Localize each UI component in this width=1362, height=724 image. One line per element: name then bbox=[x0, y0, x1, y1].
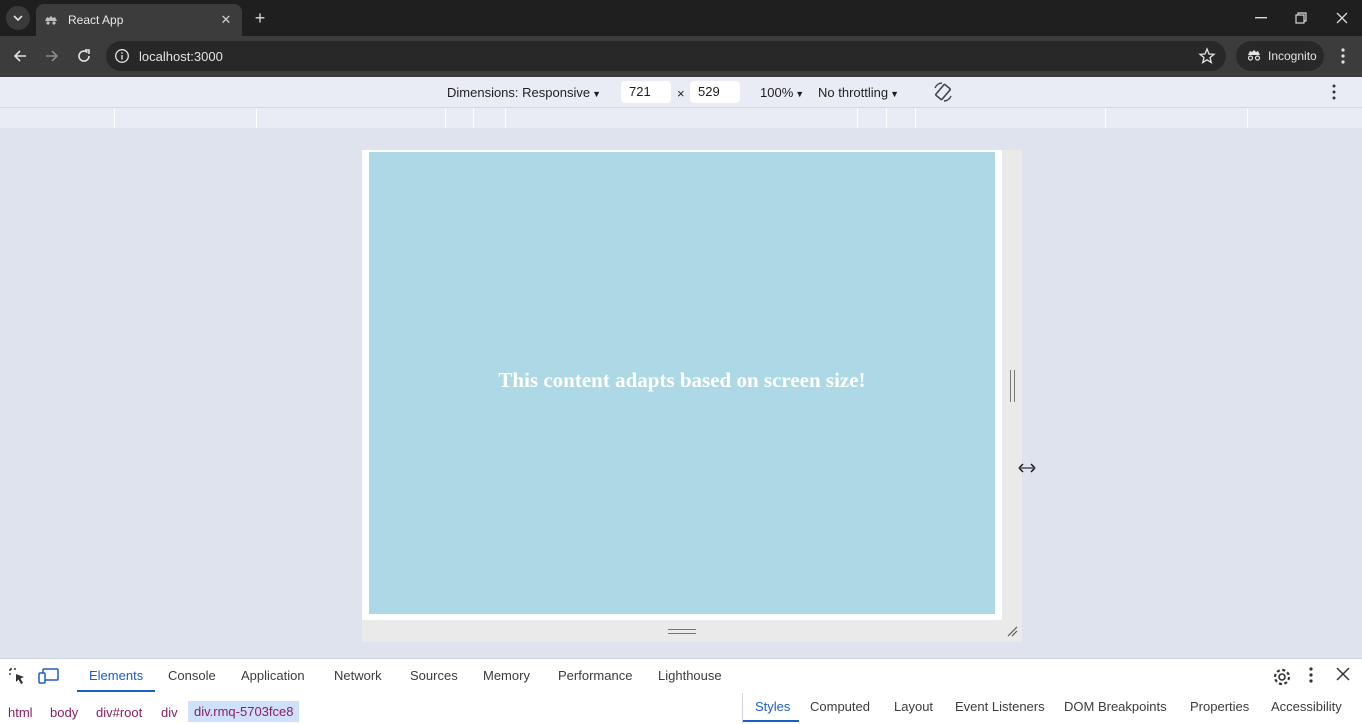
dimensions-dropdown[interactable]: Dimensions: Responsive ▼ bbox=[447, 85, 601, 100]
device-toggle-icon[interactable] bbox=[38, 667, 59, 685]
devtools-close-icon[interactable] bbox=[1336, 667, 1356, 685]
throttling-dropdown[interactable]: No throttling ▼ bbox=[818, 85, 899, 100]
right-grip-icon bbox=[1010, 370, 1015, 402]
corner-resize-handle[interactable] bbox=[1002, 620, 1022, 642]
incognito-profile-button[interactable]: Incognito bbox=[1236, 41, 1324, 71]
ruler-segment[interactable] bbox=[446, 108, 474, 128]
tab-styles[interactable]: Styles bbox=[755, 699, 790, 714]
tab-performance[interactable]: Performance bbox=[558, 668, 632, 683]
restore-icon[interactable] bbox=[1289, 6, 1313, 30]
breadcrumb-div[interactable]: div bbox=[161, 705, 178, 720]
tab-dom-breakpoints[interactable]: DOM Breakpoints bbox=[1064, 699, 1167, 714]
active-side-tab-indicator bbox=[743, 720, 799, 722]
breadcrumb-selected-div[interactable]: div.rmq-5703fce8 bbox=[188, 701, 300, 722]
bookmark-star-icon[interactable] bbox=[1198, 47, 1216, 65]
back-arrow-icon[interactable] bbox=[8, 44, 32, 68]
ruler-segment[interactable] bbox=[115, 108, 257, 128]
incognito-favicon-icon bbox=[44, 13, 58, 27]
viewport-height-input[interactable]: 529 bbox=[690, 81, 740, 103]
ruler-segment[interactable] bbox=[1106, 108, 1248, 128]
minimize-icon[interactable] bbox=[1249, 6, 1273, 30]
right-resize-handle[interactable] bbox=[1002, 150, 1022, 642]
tab-title: React App bbox=[68, 13, 124, 27]
tab-properties[interactable]: Properties bbox=[1190, 699, 1249, 714]
media-query-ruler bbox=[0, 107, 1362, 128]
devtools-panel: Elements Console Application Network Sou… bbox=[0, 658, 1362, 724]
ruler-segment[interactable] bbox=[858, 108, 887, 128]
tab-sources[interactable]: Sources bbox=[410, 668, 458, 683]
tab-layout[interactable]: Layout bbox=[894, 699, 933, 714]
incognito-icon bbox=[1246, 49, 1262, 64]
breadcrumb-div-root[interactable]: div#root bbox=[96, 705, 142, 720]
devtools-more-icon[interactable] bbox=[1309, 667, 1329, 685]
tab-accessibility[interactable]: Accessibility bbox=[1271, 699, 1342, 714]
url-text[interactable]: localhost:3000 bbox=[139, 49, 223, 64]
forward-arrow-icon[interactable] bbox=[40, 44, 64, 68]
breadcrumb-html[interactable]: html bbox=[8, 705, 33, 720]
bottom-grip-icon bbox=[668, 629, 696, 634]
incognito-label: Incognito bbox=[1268, 49, 1317, 63]
window-close-icon[interactable] bbox=[1330, 6, 1354, 30]
tab-event-listeners[interactable]: Event Listeners bbox=[955, 699, 1045, 714]
viewport-width-input[interactable]: 721 bbox=[621, 81, 671, 103]
ruler-segment[interactable] bbox=[474, 108, 506, 128]
ruler-segment[interactable] bbox=[506, 108, 858, 128]
new-tab-plus-icon[interactable]: + bbox=[248, 6, 272, 30]
ruler-segment[interactable] bbox=[1248, 108, 1362, 128]
emulation-stage: This content adapts based on screen size… bbox=[0, 128, 1362, 658]
ruler-segment[interactable] bbox=[887, 108, 916, 128]
ruler-segment[interactable] bbox=[257, 108, 446, 128]
inspect-element-icon[interactable] bbox=[8, 667, 28, 685]
ruler-segment[interactable] bbox=[916, 108, 1106, 128]
device-emulation-toolbar: Dimensions: Responsive ▼ 721 × 529 100% ▼ … bbox=[0, 77, 1362, 107]
device-toolbar-more-icon[interactable] bbox=[1332, 84, 1336, 103]
app-heading: This content adapts based on screen size… bbox=[498, 367, 866, 392]
corner-resize-icon bbox=[1007, 626, 1018, 637]
tab-application[interactable]: Application bbox=[241, 668, 305, 683]
breadcrumb-body[interactable]: body bbox=[50, 705, 78, 720]
browser-tab[interactable]: React App ✕ bbox=[36, 4, 242, 36]
rotate-icon[interactable] bbox=[932, 82, 954, 105]
responsive-content-box: This content adapts based on screen size… bbox=[369, 152, 995, 614]
tab-lighthouse[interactable]: Lighthouse bbox=[658, 668, 722, 683]
tab-close-icon[interactable]: ✕ bbox=[218, 12, 234, 28]
device-viewport: This content adapts based on screen size… bbox=[362, 150, 1002, 620]
reload-icon[interactable] bbox=[72, 44, 96, 68]
settings-gear-icon[interactable] bbox=[1272, 667, 1292, 686]
tab-elements[interactable]: Elements bbox=[89, 668, 143, 683]
tab-computed[interactable]: Computed bbox=[810, 699, 870, 714]
tab-console[interactable]: Console bbox=[168, 668, 216, 683]
tab-network[interactable]: Network bbox=[334, 668, 382, 683]
dimensions-times-symbol: × bbox=[677, 86, 685, 101]
bottom-resize-handle[interactable] bbox=[362, 620, 1002, 642]
ruler-segment[interactable] bbox=[0, 108, 115, 128]
zoom-dropdown[interactable]: 100% ▼ bbox=[760, 85, 804, 100]
devtools-tab-bar: Elements Console Application Network Sou… bbox=[0, 659, 1362, 693]
browser-tab-strip: React App ✕ + bbox=[0, 0, 1362, 36]
address-bar[interactable]: localhost:3000 bbox=[106, 41, 1226, 71]
browser-menu-dots-icon[interactable] bbox=[1332, 44, 1354, 68]
styles-pane-tabs: Styles Computed Layout Event Listeners D… bbox=[742, 693, 1362, 724]
element-breadcrumb: html body div#root div div.rmq-5703fce8 bbox=[0, 701, 742, 724]
browser-toolbar: localhost:3000 Incognito bbox=[0, 36, 1362, 77]
tab-search-chevron-icon[interactable] bbox=[6, 6, 30, 30]
site-info-icon[interactable] bbox=[114, 48, 130, 64]
active-tab-indicator bbox=[77, 690, 155, 692]
tab-memory[interactable]: Memory bbox=[483, 668, 530, 683]
resize-cursor-icon bbox=[1018, 462, 1036, 474]
